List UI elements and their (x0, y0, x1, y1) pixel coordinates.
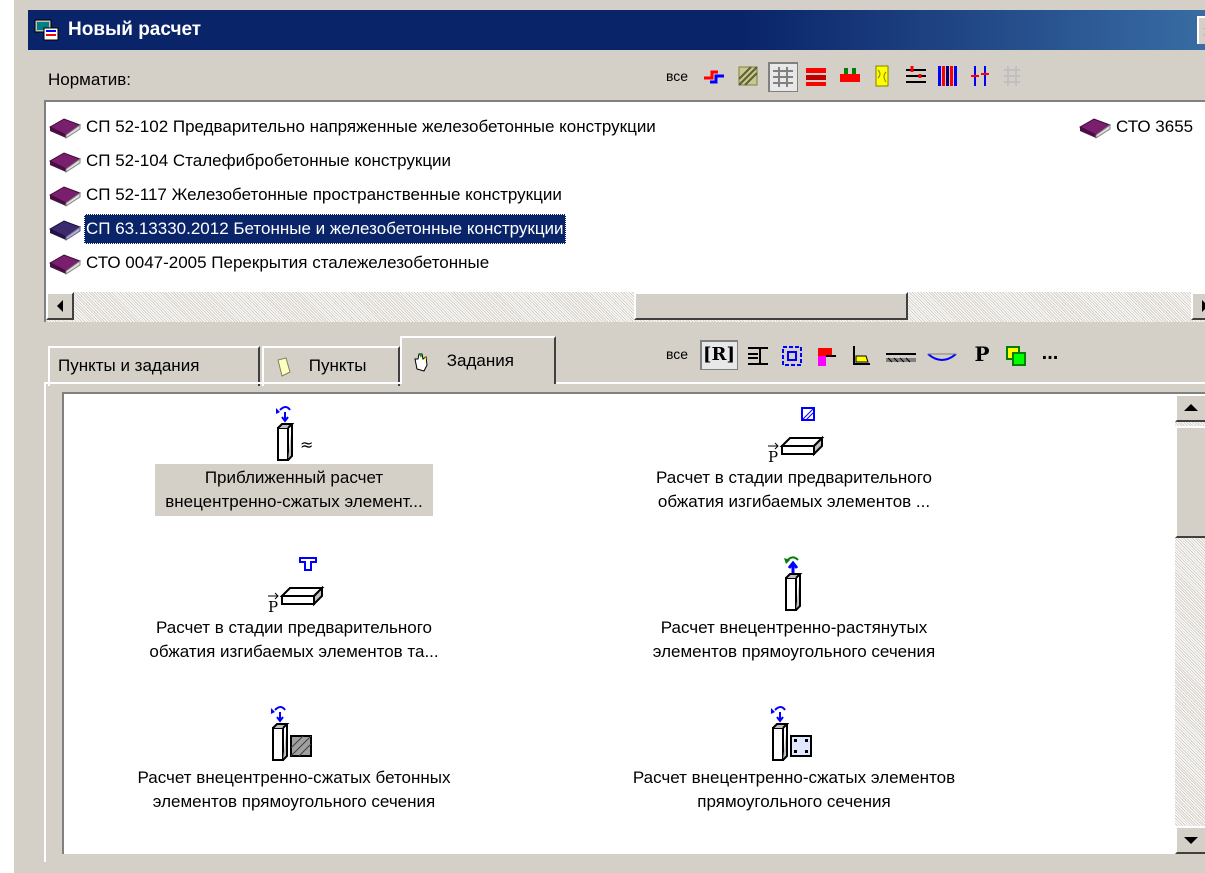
title-bar: Новый расчет × (28, 10, 1205, 50)
task-item[interactable]: Расчет внецентренно-сжатых бетонных элем… (84, 704, 504, 816)
svg-text:P: P (268, 598, 278, 614)
compressed-column-approx-icon: ≈ (276, 406, 313, 461)
wood-filter-icon[interactable] (870, 64, 894, 88)
task-item[interactable]: Расчет внецентренно-сжатых элементов пря… (584, 704, 1004, 816)
document-icon (277, 356, 291, 377)
beam-section-filter-icon[interactable] (746, 344, 770, 368)
book-icon (48, 152, 82, 173)
tension-column-icon (784, 556, 803, 611)
brick-filter-icon[interactable] (804, 64, 828, 88)
scroll-right-button[interactable] (1191, 292, 1205, 320)
color-bars-filter-icon[interactable] (936, 64, 960, 88)
book-icon (48, 254, 82, 275)
normativ-label: Норматив: (48, 70, 131, 89)
column-filter-icon[interactable] (814, 344, 838, 368)
tab-tasks[interactable]: Задания (400, 336, 556, 384)
arrow-down-icon (1184, 837, 1198, 844)
prestressed-beam-icon: P (768, 407, 825, 464)
scroll-thumb[interactable] (634, 292, 908, 320)
task-item[interactable]: ≈ Приближенный расчет внецентренно-сжаты… (84, 404, 504, 516)
tasks-list[interactable]: ≈ Приближенный расчет внецентренно-сжаты… (62, 392, 1205, 854)
foundation-slab-filter-icon[interactable] (884, 344, 918, 368)
slab-filter-icon[interactable] (848, 344, 872, 368)
composite-filter-icon[interactable] (838, 64, 862, 88)
window-title: Новый расчет (68, 19, 202, 40)
cross-section-filter-icon[interactable] (780, 344, 804, 368)
stone-filter-icon[interactable] (904, 64, 928, 88)
task-item[interactable]: P Расчет в стадии предварительного обжат… (84, 554, 504, 666)
book-icon (48, 118, 82, 139)
tasks-filter-all[interactable]: все (666, 346, 688, 362)
regulations-filter-button[interactable]: [R] (700, 340, 738, 370)
prestressed-tbeam-icon: P (268, 557, 325, 614)
tab-items-and-tasks[interactable]: Пункты и задания (48, 346, 260, 386)
book-icon (48, 186, 82, 207)
new-calculation-window: Новый расчет × Норматив: все (0, 0, 1205, 873)
scroll-down-button[interactable] (1175, 826, 1205, 854)
shell-filter-icon[interactable] (926, 344, 958, 368)
task-item[interactable]: Расчет внецентренно-растянутых элементов… (584, 554, 1004, 666)
task-item[interactable]: P Расчет в стадии предварительного обжат… (584, 404, 1004, 516)
reinforced-concrete-filter-icon[interactable] (768, 62, 798, 92)
reinforced-compressed-icon (771, 706, 812, 761)
arrow-left-icon (57, 300, 63, 312)
normativ-horizontal-scrollbar[interactable] (46, 292, 1205, 322)
book-icon (1078, 118, 1112, 139)
normativ-filter-all[interactable]: все (666, 68, 688, 84)
hand-icon (414, 353, 428, 372)
close-button[interactable]: × (1197, 16, 1205, 44)
force-filter-button[interactable]: P (970, 342, 994, 366)
tasks-vertical-scrollbar[interactable] (1175, 394, 1205, 854)
concrete-filter-icon[interactable] (736, 64, 760, 88)
disabled-filter-icon[interactable] (1000, 64, 1024, 88)
arrow-right-icon (1202, 300, 1205, 312)
joint-filter-icon[interactable] (1004, 344, 1028, 368)
more-filters-button[interactable]: ... (1038, 342, 1062, 366)
foundation-filter-icon[interactable] (968, 64, 992, 88)
tab-items[interactable]: Пункты (262, 346, 400, 386)
scroll-left-button[interactable] (46, 292, 74, 320)
svg-text:P: P (768, 448, 778, 464)
book-icon (48, 220, 82, 241)
app-icon (34, 19, 59, 41)
scroll-up-button[interactable] (1175, 394, 1205, 422)
svg-text:≈: ≈ (300, 435, 313, 454)
arrow-up-icon (1184, 404, 1198, 411)
concrete-compressed-icon (271, 706, 312, 761)
steel-joint-filter-icon[interactable] (702, 64, 726, 88)
normativ-list[interactable]: СП 52-102 Предварительно напряженные жел… (44, 100, 1205, 322)
scroll-thumb[interactable] (1175, 426, 1205, 538)
